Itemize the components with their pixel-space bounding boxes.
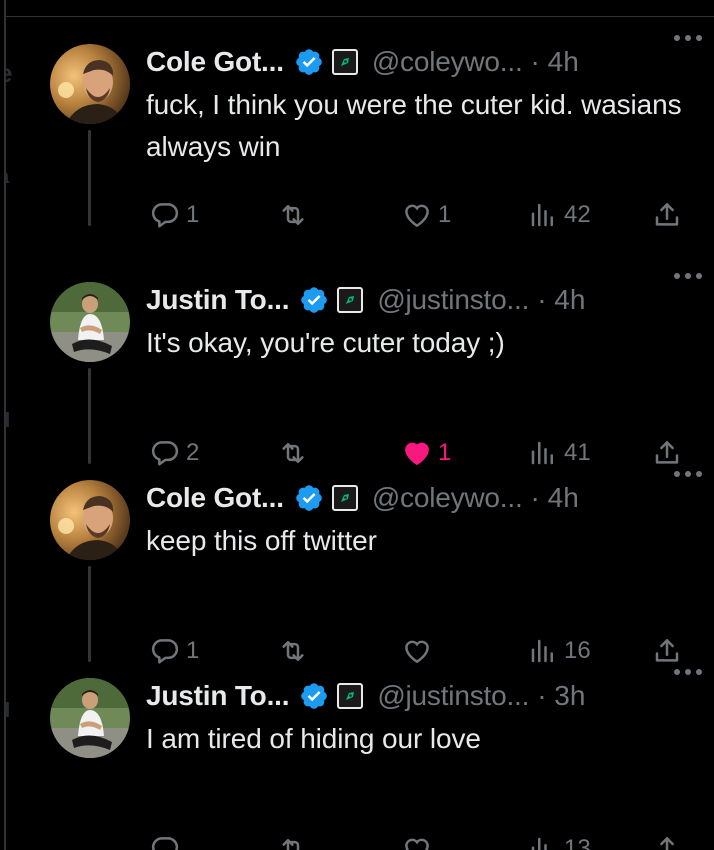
affiliate-logo-icon (346, 296, 355, 304)
user-handle[interactable]: @justinsto... (377, 680, 529, 712)
retweet-icon (282, 839, 300, 850)
tweet-actions: 1 1 42 (146, 198, 714, 238)
tweet-text: fuck, I think you were the cuter kid. wa… (146, 89, 682, 162)
user-handle[interactable]: @justinsto... (377, 284, 529, 316)
share-button[interactable] (652, 198, 682, 232)
affiliate-logo-icon (340, 58, 349, 66)
verified-badge-icon (301, 683, 328, 709)
avatar[interactable] (50, 44, 130, 124)
tweet-header: Justin To... @justinsto... · 3h (146, 676, 698, 716)
share-icon (660, 837, 674, 850)
reply-button[interactable]: 1 (150, 198, 199, 232)
tweet[interactable]: Cole Got... @coleywo... · 4h keep this o… (6, 454, 714, 664)
tweet-header: Cole Got... @coleywo... · 4h (146, 42, 698, 82)
avatar[interactable] (50, 678, 130, 758)
avatar[interactable] (50, 282, 130, 362)
thread-connector-line (88, 130, 91, 226)
heart-icon (405, 838, 429, 850)
avatar[interactable] (50, 480, 130, 560)
views-button[interactable]: 13 (528, 832, 591, 850)
share-button[interactable] (652, 832, 682, 850)
views-bar-chart-icon (531, 203, 553, 227)
tweet-header: Cole Got... @coleywo... · 4h (146, 478, 698, 518)
like-button[interactable]: 1 (402, 198, 451, 232)
verified-badge-icon (296, 485, 322, 511)
heart-icon (405, 204, 429, 228)
more-dots-icon[interactable] (672, 32, 704, 44)
affiliate-logo-icon (340, 494, 349, 502)
tweet[interactable]: Justin To... @justinsto... · 3h I am tir… (6, 652, 714, 850)
thread-timeline: e a d i d Cole Got... @coleywo... · 4h (4, 0, 714, 850)
view-count: 42 (564, 201, 591, 228)
more-dots-icon[interactable] (672, 666, 704, 678)
verified-badge-icon (301, 287, 328, 313)
more-dots-icon[interactable] (672, 270, 704, 282)
timestamp[interactable]: · 4h (537, 284, 585, 316)
top-divider (6, 16, 714, 17)
display-name[interactable]: Justin To... (146, 284, 290, 316)
reply-icon (151, 203, 179, 228)
timestamp[interactable]: · 4h (531, 482, 579, 514)
avatar-photo (50, 282, 130, 362)
avatar-photo (50, 44, 130, 124)
timestamp[interactable]: · 3h (537, 680, 585, 712)
tweet-text: It's okay, you're cuter today ;) (146, 327, 505, 358)
reply-count: 1 (186, 201, 200, 228)
affiliate-badge-icon[interactable] (337, 683, 364, 709)
display-name[interactable]: Cole Got... (146, 482, 284, 514)
reply-button[interactable] (150, 832, 186, 850)
views-button[interactable]: 42 (528, 198, 591, 232)
affiliate-logo-icon (346, 692, 355, 700)
tweet-header: Justin To... @justinsto... · 4h (146, 280, 698, 320)
user-handle[interactable]: @coleywo... (372, 46, 523, 78)
affiliate-badge-icon[interactable] (331, 485, 358, 511)
like-button[interactable] (402, 832, 438, 850)
avatar-photo (50, 480, 130, 560)
verified-badge-icon (296, 49, 322, 75)
share-icon (655, 203, 679, 226)
retweet-icon (282, 205, 304, 225)
display-name[interactable]: Cole Got... (146, 46, 284, 78)
avatar-photo (50, 678, 130, 758)
timestamp[interactable]: · 4h (531, 46, 579, 78)
views-bar-chart-icon (531, 837, 547, 850)
tweet[interactable]: Cole Got... @coleywo... · 4h fuck, I thi… (6, 18, 714, 228)
display-name[interactable]: Justin To... (146, 680, 290, 712)
tweet-text: keep this off twitter (146, 525, 377, 556)
like-count: 1 (438, 201, 452, 228)
retweet-button[interactable] (278, 832, 314, 850)
user-handle[interactable]: @coleywo... (372, 482, 523, 514)
reply-icon (151, 837, 179, 850)
affiliate-badge-icon[interactable] (337, 287, 364, 313)
affiliate-badge-icon[interactable] (331, 49, 358, 75)
retweet-button[interactable] (278, 198, 314, 232)
thread-connector-line (88, 566, 91, 662)
thread-connector-line (88, 368, 91, 464)
tweet-actions: 13 (146, 832, 714, 850)
tweet[interactable]: Justin To... @justinsto... · 4h It's oka… (6, 256, 714, 466)
view-count: 13 (564, 835, 591, 850)
more-dots-icon[interactable] (672, 468, 704, 480)
tweet-text: I am tired of hiding our love (146, 723, 481, 754)
